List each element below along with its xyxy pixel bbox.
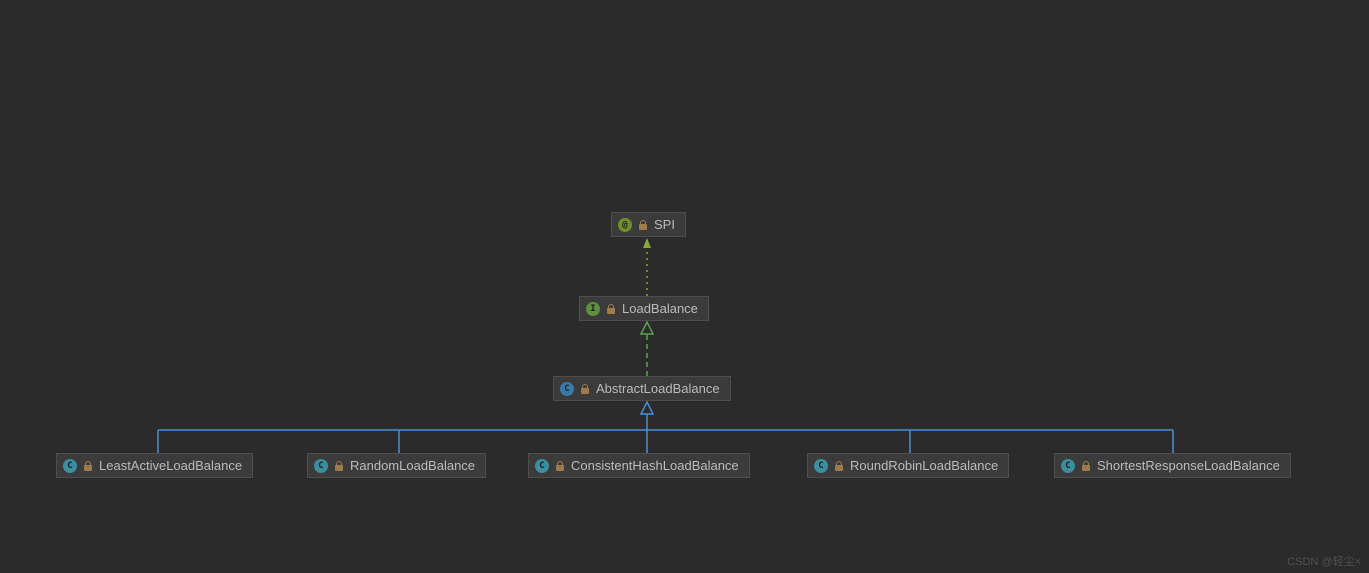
node-roundrobin[interactable]: C RoundRobinLoadBalance [807,453,1009,478]
class-icon: C [1061,459,1075,473]
node-abstractloadbalance[interactable]: C AbstractLoadBalance [553,376,731,401]
lock-icon [834,461,844,471]
lock-icon [1081,461,1091,471]
node-label: LeastActiveLoadBalance [99,458,242,473]
lock-icon [83,461,93,471]
node-label: SPI [654,217,675,232]
abstract-class-icon: C [560,382,574,396]
class-icon: C [814,459,828,473]
lock-icon [580,384,590,394]
node-spi[interactable]: @ SPI [611,212,686,237]
annotation-icon: @ [618,218,632,232]
lock-icon [555,461,565,471]
watermark: CSDN @轻尘× [1287,553,1361,569]
node-label: LoadBalance [622,301,698,316]
interface-icon: I [586,302,600,316]
node-label: AbstractLoadBalance [596,381,720,396]
node-shortestresponse[interactable]: C ShortestResponseLoadBalance [1054,453,1291,478]
node-label: ShortestResponseLoadBalance [1097,458,1280,473]
node-label: ConsistentHashLoadBalance [571,458,739,473]
lock-icon [334,461,344,471]
connector-lines [0,0,1369,573]
node-consistenthash[interactable]: C ConsistentHashLoadBalance [528,453,750,478]
node-loadbalance[interactable]: I LoadBalance [579,296,709,321]
class-icon: C [535,459,549,473]
node-label: RoundRobinLoadBalance [850,458,998,473]
lock-icon [638,220,648,230]
node-label: RandomLoadBalance [350,458,475,473]
class-icon: C [63,459,77,473]
node-random[interactable]: C RandomLoadBalance [307,453,486,478]
lock-icon [606,304,616,314]
node-leastactive[interactable]: C LeastActiveLoadBalance [56,453,253,478]
class-icon: C [314,459,328,473]
